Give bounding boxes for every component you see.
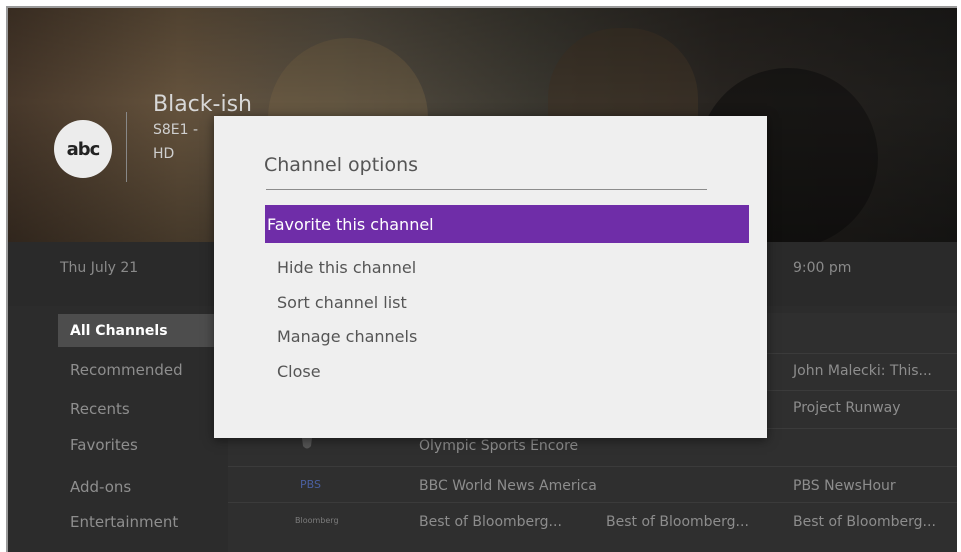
option-label: Hide this channel xyxy=(277,257,417,277)
dialog-title: Channel options xyxy=(264,154,419,176)
dialog-divider xyxy=(266,189,707,190)
manage-channels-option[interactable]: Manage channels xyxy=(265,317,749,355)
sort-channel-list-option[interactable]: Sort channel list xyxy=(265,283,749,321)
hide-channel-option[interactable]: Hide this channel xyxy=(265,248,749,286)
close-option[interactable]: Close xyxy=(265,352,749,390)
option-label: Close xyxy=(277,361,321,381)
option-label: Favorite this channel xyxy=(267,214,434,234)
option-label: Manage channels xyxy=(277,326,418,346)
tv-screen: abc Black-ish S8E1 - HD Thu July 21 9:00… xyxy=(6,6,957,552)
option-label: Sort channel list xyxy=(277,292,407,312)
favorite-channel-option[interactable]: Favorite this channel xyxy=(265,205,749,243)
channel-options-dialog: Channel options Favorite this channel Hi… xyxy=(214,116,767,438)
